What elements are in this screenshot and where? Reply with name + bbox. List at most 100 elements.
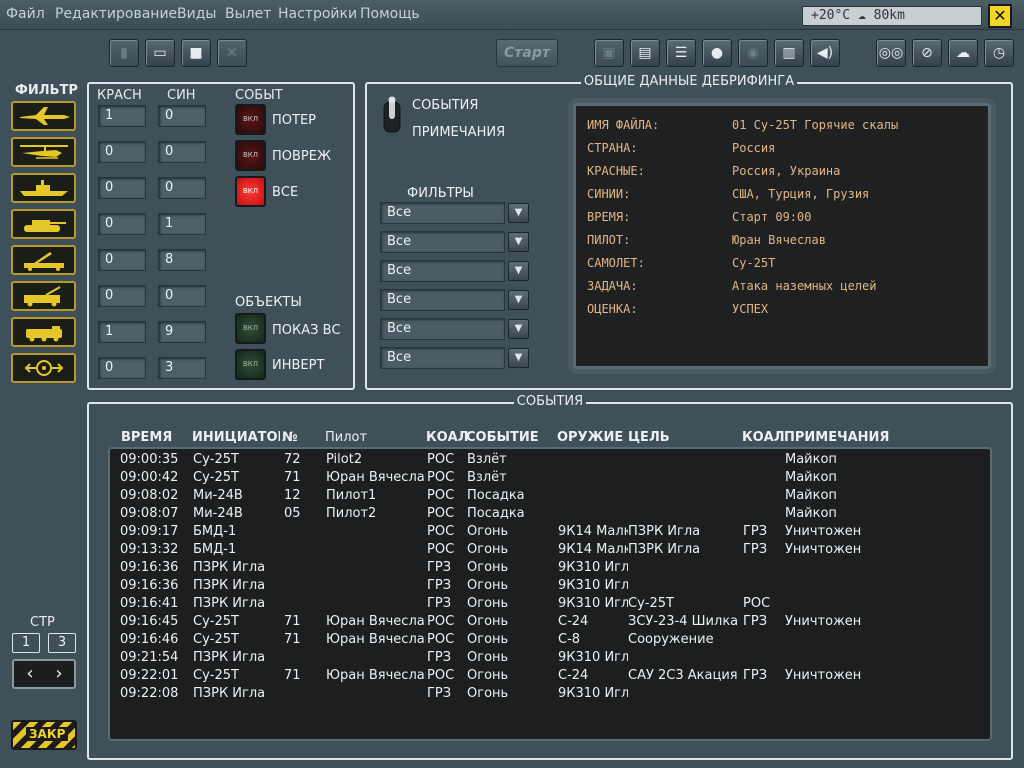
table-row[interactable]: 09:22:01 Су-25Т 71 Юран Вячеслав РОС Огонь С-2…	[110, 667, 990, 685]
col-header-coalition[interactable]: КОАЛ	[426, 430, 469, 445]
save-button[interactable]: ■	[181, 39, 211, 67]
disk-button[interactable]: ◉	[738, 39, 768, 67]
col-header-initiator[interactable]: ИНИЦИАТОР	[192, 430, 280, 445]
checklist-button[interactable]: ☰	[666, 39, 696, 67]
filter-helicopter-button[interactable]	[11, 137, 76, 167]
filter-target-button[interactable]	[11, 353, 76, 383]
events-list[interactable]: 09:00:35 Су-25Т 72 Pilot2 РОС Взлёт Майкоп 09:0…	[108, 447, 992, 741]
all-events-toggle[interactable]: ВКЛ	[235, 176, 266, 207]
chevron-down-icon[interactable]: ▼	[508, 232, 529, 252]
prev-page-button[interactable]: ‹	[17, 663, 43, 685]
chevron-down-icon[interactable]: ▼	[508, 203, 529, 223]
red-count[interactable]: 0	[98, 141, 146, 163]
menu-flight[interactable]: Вылет	[225, 6, 271, 22]
table-row[interactable]: 09:09:17 БМД-1 РОС Огонь 9К14 МалюткаПЗРК Иг…	[110, 523, 990, 541]
table-row[interactable]: 09:00:35 Су-25Т 72 Pilot2 РОС Взлёт Майкоп	[110, 451, 990, 469]
new-button[interactable]: ▮	[109, 39, 139, 67]
filter-dropdown[interactable]: Все	[380, 231, 505, 253]
table-row[interactable]: 09:16:45 Су-25Т 71 Юран Вячеслав РОС Огонь С-2…	[110, 613, 990, 631]
red-count[interactable]: 0	[98, 213, 146, 235]
blue-count[interactable]: 0	[158, 105, 206, 127]
blue-count[interactable]: 1	[158, 213, 206, 235]
menu-file[interactable]: Файл	[6, 6, 45, 22]
weather-button[interactable]: ☁	[948, 39, 978, 67]
pilot-button[interactable]: ●	[702, 39, 732, 67]
table-cell: Пилот1	[326, 488, 377, 503]
table-row[interactable]: 09:08:02 Ми-24В 12 Пилот1 РОС Посадка Майкоп	[110, 487, 990, 505]
table-row[interactable]: 09:16:36 ПЗРК Игла ГРЗ Огонь 9К310 Игла	[110, 577, 990, 595]
chevron-down-icon[interactable]: ▼	[508, 261, 529, 281]
filter-dropdown[interactable]: Все	[380, 260, 505, 282]
blue-count[interactable]: 9	[158, 321, 206, 343]
chevron-down-icon[interactable]: ▼	[508, 319, 529, 339]
screenshot-button[interactable]: ▣	[594, 39, 624, 67]
info-value: 01 Су-25Т Горячие скалы	[732, 118, 899, 132]
col-header-target-coalition[interactable]: КОАЛ	[742, 430, 785, 445]
menu-edit[interactable]: Редактирование	[55, 6, 177, 22]
col-header-number[interactable]: №	[282, 430, 298, 445]
table-row[interactable]: 09:16:36 ПЗРК Игла ГРЗ Огонь 9К310 Игла	[110, 559, 990, 577]
table-row[interactable]: 09:13:32 БМД-1 РОС Огонь 9К14 МалюткаПЗРК Иг…	[110, 541, 990, 559]
filter-dropdown[interactable]: Все	[380, 289, 505, 311]
red-count[interactable]: 0	[98, 177, 146, 199]
invert-toggle[interactable]: ВКЛ	[235, 349, 266, 380]
clock-button[interactable]: ◷	[984, 39, 1014, 67]
losses-toggle[interactable]: ВКЛ	[235, 104, 266, 135]
red-count[interactable]: 1	[98, 105, 146, 127]
forbidden-button[interactable]: ⊘	[912, 39, 942, 67]
red-count[interactable]: 0	[98, 249, 146, 271]
sound-button[interactable]: ◀)	[810, 39, 840, 67]
filter-dropdown[interactable]: Все	[380, 347, 505, 369]
chevron-down-icon[interactable]: ▼	[508, 290, 529, 310]
filter-vehicle-button[interactable]	[11, 317, 76, 347]
ship-icon	[19, 180, 68, 196]
chevron-down-icon[interactable]: ▼	[508, 348, 529, 368]
next-page-button[interactable]: ›	[46, 663, 72, 685]
table-row[interactable]: 09:08:07 Ми-24В 05 Пилот2 РОС Посадка Майкоп	[110, 505, 990, 523]
filter-tank-button[interactable]	[11, 209, 76, 239]
blue-count[interactable]: 0	[158, 177, 206, 199]
menu-settings[interactable]: Настройки	[278, 6, 357, 22]
events-notes-switch[interactable]	[382, 96, 402, 136]
book-button[interactable]: ▥	[774, 39, 804, 67]
filter-air-defense-button[interactable]	[11, 245, 76, 275]
table-row[interactable]: 09:22:08 ПЗРК Игла ГРЗ Огонь 9К310 Игла	[110, 685, 990, 703]
clipboard-button[interactable]: ▤	[630, 39, 660, 67]
table-cell: Ми-24В	[193, 506, 243, 521]
filter-artillery-button[interactable]	[11, 281, 76, 311]
red-count[interactable]: 0	[98, 357, 146, 379]
close-window-button[interactable]: ✕	[988, 4, 1012, 28]
col-header-notes[interactable]: ПРИМЕЧАНИЯ	[784, 430, 889, 445]
col-header-weapon[interactable]: ОРУЖИЕ	[557, 430, 623, 445]
table-cell: ГРЗ	[427, 560, 452, 575]
table-row[interactable]: 09:16:41 ПЗРК Игла ГРЗ Огонь 9К310 ИглаСу-25…	[110, 595, 990, 613]
col-header-event[interactable]: СОБЫТИЕ	[466, 430, 539, 445]
filter-ship-button[interactable]	[11, 173, 76, 203]
filter-dropdown[interactable]: Все	[380, 318, 505, 340]
quit-button[interactable]: ЗАКР	[11, 720, 77, 750]
filter-dropdown[interactable]: Все	[380, 202, 505, 224]
binoculars-button[interactable]: ◎◎	[876, 39, 906, 67]
blue-count[interactable]: 0	[158, 285, 206, 307]
blue-count[interactable]: 0	[158, 141, 206, 163]
menu-view[interactable]: Виды	[177, 6, 216, 22]
col-header-target[interactable]: ЦЕЛЬ	[628, 430, 670, 445]
blue-count[interactable]: 8	[158, 249, 206, 271]
blue-count[interactable]: 3	[158, 357, 206, 379]
red-count[interactable]: 1	[98, 321, 146, 343]
col-header-pilot[interactable]: Пилот	[325, 430, 367, 445]
info-key: ВРЕМЯ:	[587, 210, 631, 224]
red-count[interactable]: 0	[98, 285, 146, 307]
damage-toggle[interactable]: ВКЛ	[235, 140, 266, 171]
table-row[interactable]: 09:00:42 Су-25Т 71 Юран Вячеслав РОС Взлёт Май…	[110, 469, 990, 487]
start-button[interactable]: Старт	[496, 39, 558, 67]
delete-button[interactable]: ✕	[217, 39, 247, 67]
table-row[interactable]: 09:21:54 ПЗРК Игла ГРЗ Огонь 9К310 Игла	[110, 649, 990, 667]
filter-plane-button[interactable]	[11, 101, 76, 131]
table-row[interactable]: 09:16:46 Су-25Т 71 Юран Вячеслав РОС Огонь С-8…	[110, 631, 990, 649]
col-header-time[interactable]: ВРЕМЯ	[121, 430, 172, 445]
open-button[interactable]: ▭	[145, 39, 175, 67]
show-aircraft-toggle[interactable]: ВКЛ	[235, 313, 266, 344]
menu-help[interactable]: Помощь	[360, 6, 420, 22]
table-cell: Взлёт	[467, 470, 507, 485]
